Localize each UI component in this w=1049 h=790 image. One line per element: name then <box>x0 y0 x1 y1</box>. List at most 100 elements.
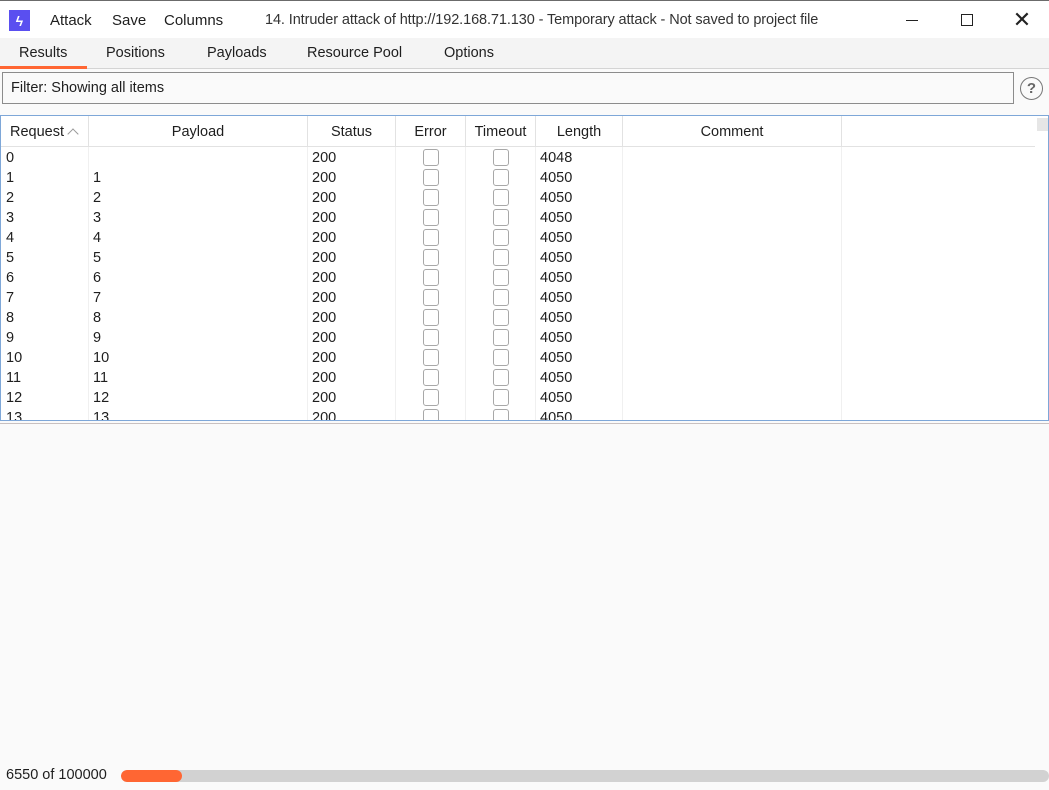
cell-request: 4 <box>6 230 15 246</box>
error-checkbox[interactable] <box>423 349 439 366</box>
table-row[interactable]: 10 10 200 4050 <box>1 348 1036 368</box>
tab-payloads[interactable]: Payloads <box>207 45 267 61</box>
table-row[interactable]: 13 13 200 4050 <box>1 408 1036 421</box>
cell-length: 4050 <box>540 270 573 286</box>
timeout-checkbox[interactable] <box>493 189 509 206</box>
error-checkbox[interactable] <box>423 189 439 206</box>
timeout-checkbox[interactable] <box>493 169 509 186</box>
menu-attack[interactable]: Attack <box>50 12 92 29</box>
cell-request: 13 <box>6 410 23 421</box>
table-row[interactable]: 7 7 200 4050 <box>1 288 1036 308</box>
timeout-checkbox[interactable] <box>493 309 509 326</box>
cell-length: 4050 <box>540 210 573 226</box>
cell-payload: 1 <box>93 170 102 186</box>
cell-status: 200 <box>312 250 337 266</box>
help-icon[interactable]: ? <box>1020 77 1043 100</box>
error-checkbox[interactable] <box>423 169 439 186</box>
table-row[interactable]: 11 11 200 4050 <box>1 368 1036 388</box>
timeout-checkbox[interactable] <box>493 289 509 306</box>
cell-length: 4048 <box>540 150 573 166</box>
column-header-comment[interactable]: Comment <box>623 116 842 147</box>
cell-length: 4050 <box>540 330 573 346</box>
table-row[interactable]: 0 200 4048 <box>1 148 1036 168</box>
cell-request: 7 <box>6 290 15 306</box>
cell-payload: 4 <box>93 230 102 246</box>
menu-columns[interactable]: Columns <box>164 12 223 29</box>
cell-request: 10 <box>6 350 23 366</box>
maximize-button[interactable] <box>952 7 982 33</box>
timeout-checkbox[interactable] <box>493 329 509 346</box>
column-header-payload[interactable]: Payload <box>89 116 308 147</box>
window-title: 14. Intruder attack of http://192.168.71… <box>265 12 819 28</box>
cell-request: 3 <box>6 210 15 226</box>
scrollbar-thumb[interactable] <box>1037 118 1048 131</box>
cell-request: 9 <box>6 330 15 346</box>
table-row[interactable]: 4 4 200 4050 <box>1 228 1036 248</box>
error-checkbox[interactable] <box>423 409 439 420</box>
table-row[interactable]: 1 1 200 4050 <box>1 168 1036 188</box>
tab-options[interactable]: Options <box>444 45 494 61</box>
cell-length: 4050 <box>540 230 573 246</box>
table-row[interactable]: 12 12 200 4050 <box>1 388 1036 408</box>
error-checkbox[interactable] <box>423 269 439 286</box>
timeout-checkbox[interactable] <box>493 269 509 286</box>
error-checkbox[interactable] <box>423 209 439 226</box>
tab-bar: Results Positions Payloads Resource Pool… <box>0 38 1049 69</box>
error-checkbox[interactable] <box>423 229 439 246</box>
menu-save[interactable]: Save <box>112 12 146 29</box>
column-header-error[interactable]: Error <box>396 116 466 147</box>
vertical-scrollbar[interactable] <box>1035 116 1048 420</box>
cell-payload: 13 <box>93 410 110 421</box>
cell-request: 1 <box>6 170 15 186</box>
progress-bar <box>121 770 1049 782</box>
cell-length: 4050 <box>540 390 573 406</box>
progress-bar-fill <box>121 770 182 782</box>
cell-request: 5 <box>6 250 15 266</box>
column-header-length[interactable]: Length <box>536 116 623 147</box>
timeout-checkbox[interactable] <box>493 249 509 266</box>
timeout-checkbox[interactable] <box>493 209 509 226</box>
cell-payload: 8 <box>93 310 102 326</box>
error-checkbox[interactable] <box>423 369 439 386</box>
tab-results[interactable]: Results <box>19 45 67 61</box>
close-icon: ✕ <box>1012 7 1032 32</box>
progress-count: 6550 of 100000 <box>6 767 107 783</box>
error-checkbox[interactable] <box>423 149 439 166</box>
detail-pane <box>0 424 1049 764</box>
cell-request: 12 <box>6 390 23 406</box>
cell-status: 200 <box>312 170 337 186</box>
table-row[interactable]: 5 5 200 4050 <box>1 248 1036 268</box>
table-row[interactable]: 2 2 200 4050 <box>1 188 1036 208</box>
maximize-icon <box>961 14 973 26</box>
error-checkbox[interactable] <box>423 329 439 346</box>
error-checkbox[interactable] <box>423 289 439 306</box>
timeout-checkbox[interactable] <box>493 149 509 166</box>
timeout-checkbox[interactable] <box>493 349 509 366</box>
table-row[interactable]: 6 6 200 4050 <box>1 268 1036 288</box>
timeout-checkbox[interactable] <box>493 409 509 420</box>
cell-status: 200 <box>312 290 337 306</box>
timeout-checkbox[interactable] <box>493 369 509 386</box>
cell-payload: 5 <box>93 250 102 266</box>
minimize-icon <box>906 19 918 21</box>
error-checkbox[interactable] <box>423 389 439 406</box>
error-checkbox[interactable] <box>423 249 439 266</box>
column-header-request[interactable]: Request <box>1 116 89 147</box>
table-row[interactable]: 9 9 200 4050 <box>1 328 1036 348</box>
timeout-checkbox[interactable] <box>493 229 509 246</box>
column-header-timeout[interactable]: Timeout <box>466 116 536 147</box>
tab-resource-pool[interactable]: Resource Pool <box>307 45 402 61</box>
table-row[interactable]: 3 3 200 4050 <box>1 208 1036 228</box>
title-bar: ϟ Attack Save Columns 14. Intruder attac… <box>0 0 1049 38</box>
close-button[interactable]: ✕ <box>1007 7 1037 33</box>
cell-payload: 9 <box>93 330 102 346</box>
minimize-button[interactable] <box>897 7 927 33</box>
filter-bar[interactable]: Filter: Showing all items <box>2 72 1014 104</box>
column-header-status[interactable]: Status <box>308 116 396 147</box>
error-checkbox[interactable] <box>423 309 439 326</box>
cell-status: 200 <box>312 150 337 166</box>
table-row[interactable]: 8 8 200 4050 <box>1 308 1036 328</box>
cell-length: 4050 <box>540 410 573 421</box>
tab-positions[interactable]: Positions <box>106 45 165 61</box>
timeout-checkbox[interactable] <box>493 389 509 406</box>
